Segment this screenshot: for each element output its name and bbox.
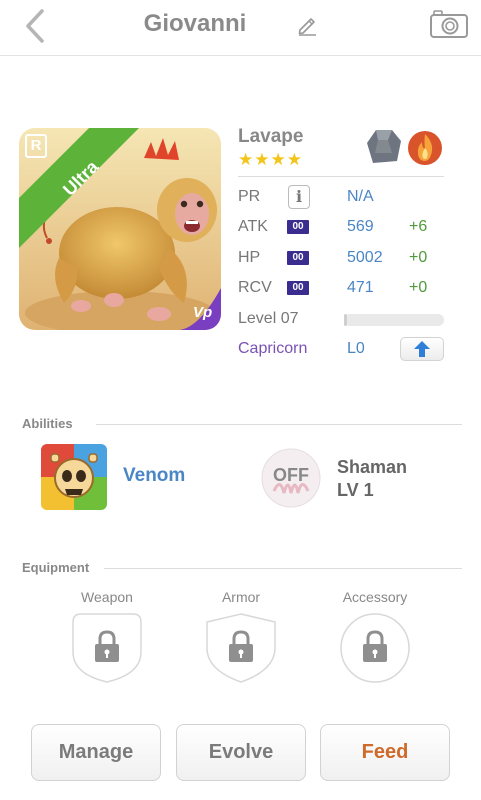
accessory-slot[interactable] [339,612,411,684]
lock-icon [229,630,253,662]
armor-slot[interactable] [205,612,277,684]
monster-name: Lavape [238,126,304,147]
evolve-button[interactable]: Evolve [176,724,306,781]
skull-icon [41,444,107,510]
rarity-stars: ★★★★ [238,150,303,169]
stat-plus-atk: +6 [409,218,428,235]
stat-plus-rcv: +0 [409,279,428,296]
stat-label-atk: ATK [238,218,268,235]
abilities-divider [96,424,462,425]
stats-divider [238,176,444,177]
manage-button[interactable]: Manage [31,724,161,781]
equipment-divider [104,568,462,569]
skill-name[interactable]: Venom [123,465,185,487]
camera-icon [430,10,468,38]
stat-value-hp: 5002 [347,249,383,266]
stat-label-pr: PR [238,188,261,205]
stat-label-rcv: RCV [238,279,272,296]
stat-plus-hp: +0 [409,249,428,266]
stat-label-hp: HP [238,249,261,266]
level-label: Level 07 [238,310,299,327]
rank-badge: R [25,134,47,158]
stat-value-atk: 569 [347,218,374,235]
leader-off-label: OFF [273,465,309,485]
stat-row-atk: ATK 00 569 +6 [238,214,458,240]
pencil-icon [298,18,316,36]
stat-value-rcv: 471 [347,279,374,296]
abilities-section-label: Abilities [22,416,81,431]
page-title: Giovanni [143,10,247,37]
stat-chip-hp: 00 [287,251,309,265]
lock-icon [363,630,387,662]
stat-row-rcv: RCV 00 471 +0 [238,275,458,301]
lock-icon [95,630,119,662]
zodiac-label: Capricorn [238,340,308,357]
camera-button[interactable] [429,9,469,39]
stat-row-pr: PR i N/A [238,184,458,210]
weapon-slot[interactable] [71,612,143,684]
stat-row-hp: HP 00 5002 +0 [238,245,458,271]
stat-chip-rcv: 00 [287,281,309,295]
stat-value-pr: N/A [347,188,374,205]
stat-row-zodiac: Capricorn L0 [238,336,458,362]
leader-skill-name: Shaman LV 1 [337,456,447,502]
edit-name-button[interactable] [296,12,320,36]
rock-element-icon [367,130,401,163]
fire-element-icon [408,131,442,165]
leader-skill-toggle[interactable]: OFF [260,447,322,509]
equipment-section-label: Equipment [22,560,98,575]
level-progress-fill [344,314,347,326]
zodiac-level: L0 [347,340,365,357]
info-icon[interactable]: i [288,185,310,209]
skill-icon[interactable] [41,444,107,510]
accessory-slot-label: Accessory [342,589,408,605]
stat-row-level: Level 07 [238,306,458,332]
monster-portrait[interactable]: Ultra R Vp [19,128,221,330]
zodiac-upgrade-button[interactable] [400,337,444,361]
top-bar: Giovanni [0,0,481,56]
feed-button[interactable]: Feed [320,724,450,781]
leader-skill-line2: LV 1 [337,480,374,500]
arrow-up-icon [414,341,430,357]
weapon-slot-label: Weapon [81,589,133,605]
level-progress-bar [344,314,444,326]
armor-slot-label: Armor [221,589,261,605]
stat-chip-atk: 00 [287,220,309,234]
rank-badge-label: R [30,137,42,154]
leader-skill-line1: Shaman [337,457,408,477]
class-corner-label: Vp [193,304,213,321]
